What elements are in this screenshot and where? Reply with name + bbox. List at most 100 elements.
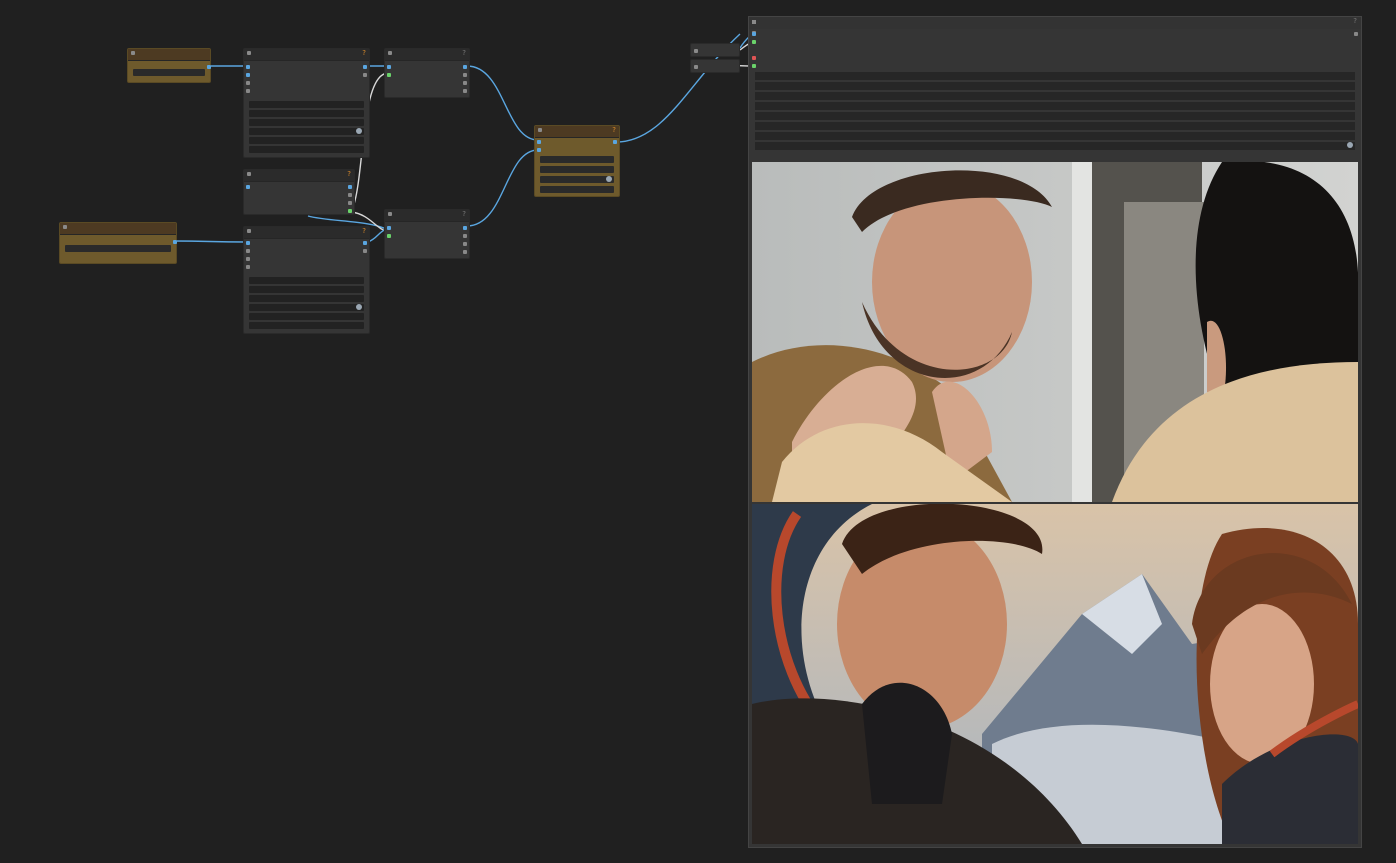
primitive-node-2[interactable] xyxy=(59,222,177,264)
combine-node[interactable]: ? xyxy=(534,125,620,197)
widget-row[interactable] xyxy=(249,137,364,144)
input-port-icon[interactable] xyxy=(537,140,541,144)
output-port-icon[interactable] xyxy=(463,73,467,77)
collapse-dot-icon[interactable] xyxy=(538,128,542,132)
output-port-icon[interactable] xyxy=(173,240,177,244)
widget-row[interactable] xyxy=(540,166,614,173)
slider-widget[interactable] xyxy=(249,304,364,311)
loader-node-1[interactable]: ? xyxy=(243,48,370,158)
input-port-icon[interactable] xyxy=(752,56,756,60)
node-title-bar[interactable]: ? xyxy=(385,49,469,61)
output-port-icon[interactable] xyxy=(1354,32,1358,36)
output-port-icon[interactable] xyxy=(613,140,617,144)
widget-row[interactable] xyxy=(249,322,364,329)
input-port-icon[interactable] xyxy=(246,241,250,245)
output-port-icon[interactable] xyxy=(363,241,367,245)
input-port-icon[interactable] xyxy=(246,73,250,77)
node-title-bar[interactable] xyxy=(60,223,176,235)
widget-row[interactable] xyxy=(540,186,614,193)
output-port-icon[interactable] xyxy=(463,226,467,230)
loader-node-2[interactable]: ? xyxy=(243,226,370,334)
input-port-icon[interactable] xyxy=(387,234,391,238)
output-port-icon[interactable] xyxy=(463,242,467,246)
input-port-icon[interactable] xyxy=(752,32,756,36)
output-port-icon[interactable] xyxy=(363,249,367,253)
reroute-node-1[interactable] xyxy=(690,43,740,57)
output-port-icon[interactable] xyxy=(363,65,367,69)
output-port-icon[interactable] xyxy=(463,234,467,238)
help-badge-icon[interactable]: ? xyxy=(362,49,366,58)
widget-row[interactable] xyxy=(755,102,1355,110)
collapse-dot-icon[interactable] xyxy=(388,212,392,216)
output-port-icon[interactable] xyxy=(463,250,467,254)
help-badge-icon[interactable]: ? xyxy=(362,227,366,236)
input-port-icon[interactable] xyxy=(387,65,391,69)
widget-row[interactable] xyxy=(755,72,1355,80)
output-port-icon[interactable] xyxy=(363,73,367,77)
help-badge-icon[interactable]: ? xyxy=(1353,17,1357,25)
widget-row[interactable] xyxy=(249,277,364,284)
input-port-icon[interactable] xyxy=(387,73,391,77)
node-title-bar[interactable]: ? xyxy=(749,17,1361,29)
widget-row[interactable] xyxy=(249,146,364,153)
input-port-icon[interactable] xyxy=(537,148,541,152)
input-port-icon[interactable] xyxy=(246,65,250,69)
input-port-icon[interactable] xyxy=(387,226,391,230)
apply-node-2[interactable]: ? xyxy=(384,209,470,259)
text-widget[interactable] xyxy=(133,69,205,76)
help-badge-icon[interactable]: ? xyxy=(462,49,466,58)
slider-knob-icon[interactable] xyxy=(606,176,612,182)
widget-row[interactable] xyxy=(249,119,364,126)
text-widget[interactable] xyxy=(65,245,171,252)
node-title-bar[interactable] xyxy=(128,49,210,61)
output-port-icon[interactable] xyxy=(348,201,352,205)
collapse-dot-icon[interactable] xyxy=(247,51,251,55)
input-port-icon[interactable] xyxy=(246,81,250,85)
widget-row[interactable] xyxy=(755,92,1355,100)
widget-row[interactable] xyxy=(540,156,614,163)
input-port-icon[interactable] xyxy=(246,257,250,261)
slider-knob-icon[interactable] xyxy=(356,128,362,134)
graph-canvas[interactable]: ? ? ? ? ? ? ? xyxy=(0,0,1396,863)
widget-row[interactable] xyxy=(755,122,1355,130)
output-port-icon[interactable] xyxy=(348,209,352,213)
input-port-icon[interactable] xyxy=(246,249,250,253)
output-port-icon[interactable] xyxy=(348,185,352,189)
collapse-dot-icon[interactable] xyxy=(247,229,251,233)
node-title-bar[interactable]: ? xyxy=(244,170,354,182)
primitive-node-1[interactable] xyxy=(127,48,211,83)
help-badge-icon[interactable]: ? xyxy=(347,170,351,179)
reroute-node-2[interactable] xyxy=(690,59,740,73)
collapse-dot-icon[interactable] xyxy=(388,51,392,55)
node-title-bar[interactable]: ? xyxy=(385,210,469,222)
input-port-icon[interactable] xyxy=(752,64,756,68)
widget-row[interactable] xyxy=(249,295,364,302)
slider-widget[interactable] xyxy=(540,176,614,183)
output-port-icon[interactable] xyxy=(463,65,467,69)
input-port-icon[interactable] xyxy=(246,265,250,269)
widget-row[interactable] xyxy=(249,101,364,108)
input-port-icon[interactable] xyxy=(752,40,756,44)
slider-knob-icon[interactable] xyxy=(356,304,362,310)
slider-knob-icon[interactable] xyxy=(1347,142,1353,148)
widget-row[interactable] xyxy=(755,142,1355,150)
widget-row[interactable] xyxy=(249,313,364,320)
collapse-dot-icon[interactable] xyxy=(247,172,251,176)
output-port-icon[interactable] xyxy=(348,193,352,197)
collapse-dot-icon[interactable] xyxy=(752,20,756,24)
collapse-dot-icon[interactable] xyxy=(63,225,67,229)
encoder-node[interactable]: ? xyxy=(243,169,355,215)
output-port-icon[interactable] xyxy=(463,81,467,85)
help-badge-icon[interactable]: ? xyxy=(612,126,616,135)
input-port-icon[interactable] xyxy=(246,89,250,93)
collapse-dot-icon[interactable] xyxy=(131,51,135,55)
output-port-icon[interactable] xyxy=(463,89,467,93)
widget-row[interactable] xyxy=(755,112,1355,120)
help-badge-icon[interactable]: ? xyxy=(462,210,466,219)
output-port-icon[interactable] xyxy=(207,65,211,69)
node-title-bar[interactable]: ? xyxy=(244,49,369,61)
node-title-bar[interactable]: ? xyxy=(535,126,619,138)
widget-row[interactable] xyxy=(249,110,364,117)
collapse-dot-icon[interactable] xyxy=(694,65,698,69)
widget-row[interactable] xyxy=(755,82,1355,90)
